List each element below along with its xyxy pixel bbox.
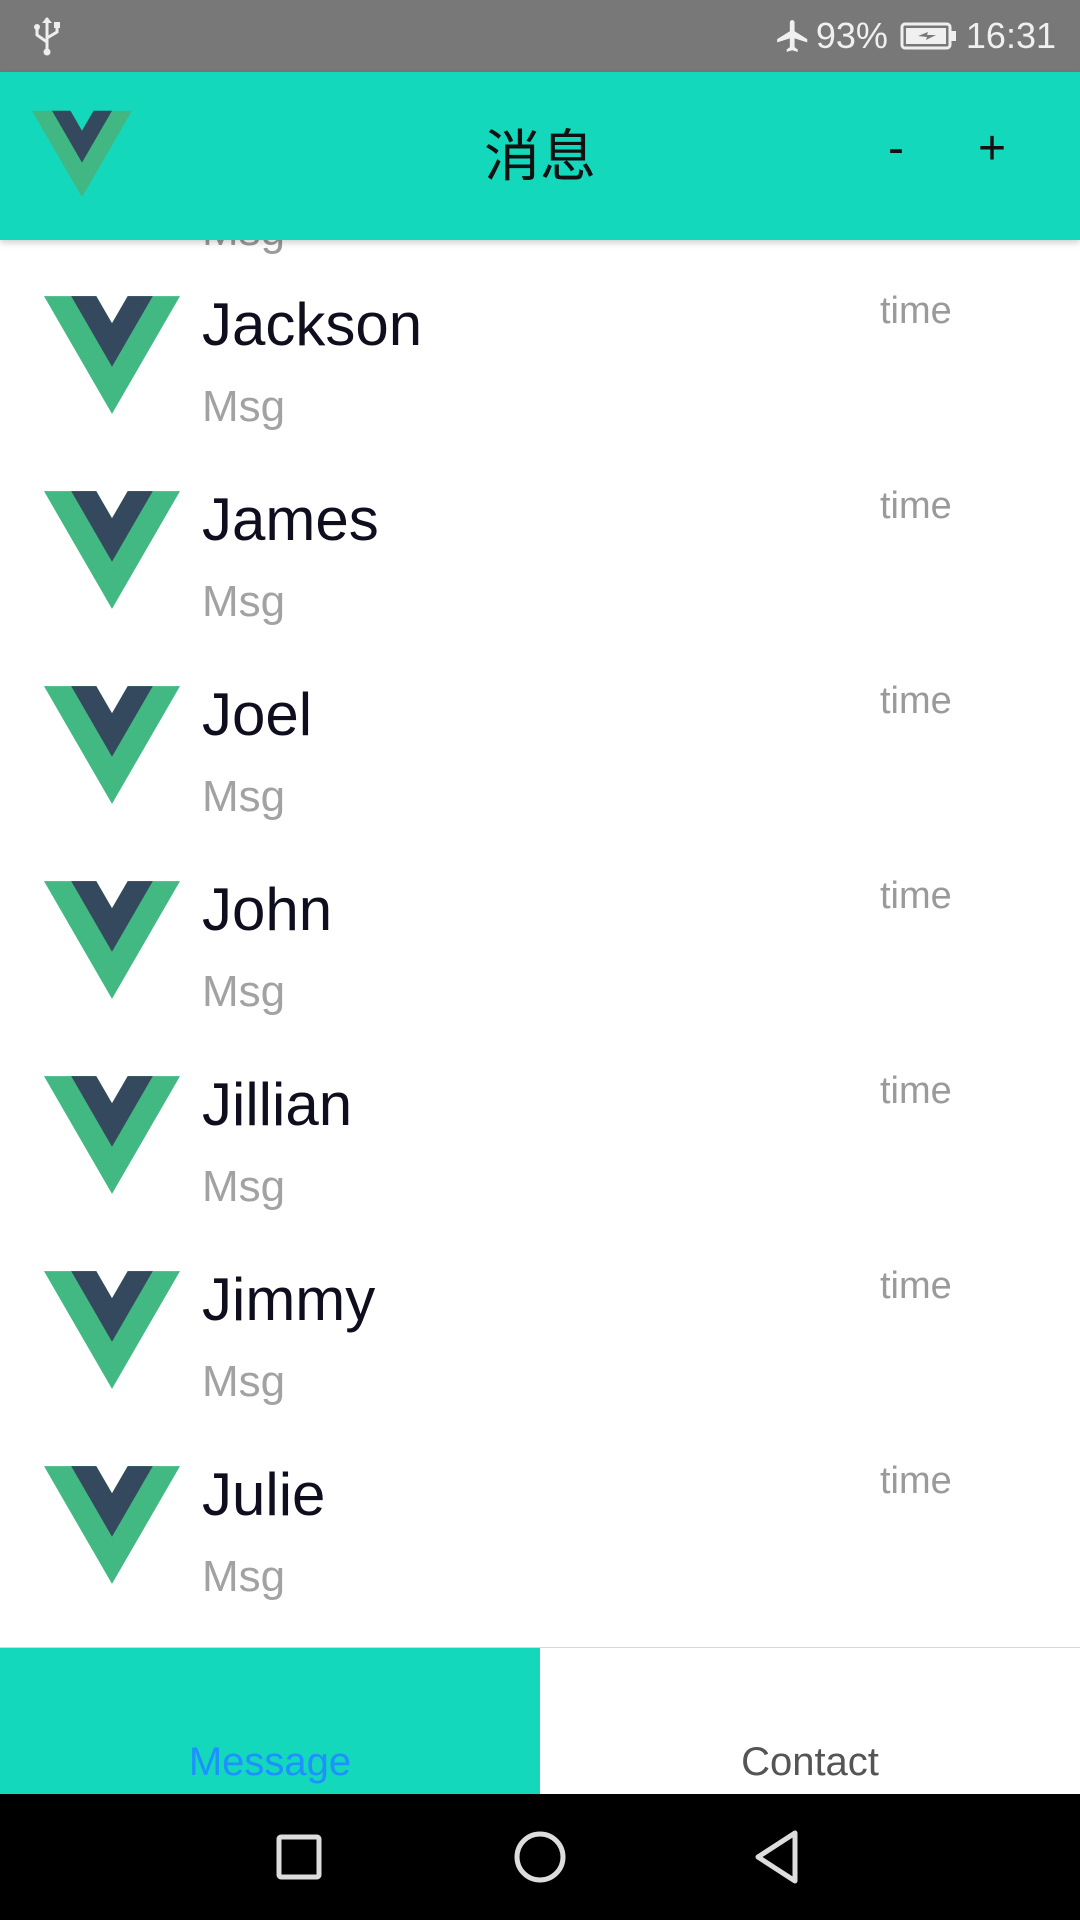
message-preview: Msg bbox=[202, 1162, 286, 1211]
contact-name: John bbox=[202, 876, 333, 943]
message-time: time bbox=[880, 1265, 952, 1307]
tab-message-label: Message bbox=[188, 1740, 352, 1784]
partial-list-item-msg: Msg bbox=[202, 240, 285, 256]
list-item[interactable]: Julie Msg time bbox=[0, 1426, 1080, 1621]
message-time: time bbox=[880, 680, 952, 722]
usb-icon bbox=[34, 17, 60, 56]
avatar-vue-logo-icon bbox=[44, 686, 180, 804]
message-time: time bbox=[880, 875, 952, 917]
vue-logo-icon bbox=[32, 110, 132, 198]
avatar-vue-logo-icon bbox=[44, 881, 180, 999]
back-icon[interactable] bbox=[745, 1822, 815, 1892]
system-nav-bar bbox=[0, 1794, 1080, 1920]
contact-name: James bbox=[202, 486, 379, 553]
message-preview: Msg bbox=[202, 1552, 286, 1601]
clock: 16:31 bbox=[965, 15, 1056, 56]
avatar-vue-logo-icon bbox=[44, 296, 180, 414]
contact-name: Jillian bbox=[202, 1071, 353, 1138]
contact-name: Joel bbox=[202, 681, 313, 748]
message-preview: Msg bbox=[202, 382, 286, 431]
app-header: 消息 - + bbox=[0, 72, 1080, 240]
message-time: time bbox=[880, 290, 952, 332]
avatar-vue-logo-icon bbox=[44, 1076, 180, 1194]
list-item[interactable]: Joel Msg time bbox=[0, 646, 1080, 841]
message-preview: Msg bbox=[202, 967, 286, 1016]
avatar-vue-logo-icon bbox=[44, 1271, 180, 1389]
tab-contact[interactable]: Contact bbox=[540, 1648, 1080, 1795]
list-item[interactable]: James Msg time bbox=[0, 451, 1080, 646]
list-item[interactable]: John Msg time bbox=[0, 841, 1080, 1036]
message-time: time bbox=[880, 485, 952, 527]
message-preview: Msg bbox=[202, 772, 286, 821]
plus-button[interactable]: + bbox=[962, 112, 1022, 184]
message-list[interactable]: Msg Jackson Msg time James Msg time Joel Msg tim… bbox=[0, 240, 1080, 1648]
message-preview: Msg bbox=[202, 1357, 286, 1406]
message-preview: Msg bbox=[202, 577, 286, 626]
minus-button[interactable]: - bbox=[866, 112, 926, 184]
list-item[interactable]: Jillian Msg time bbox=[0, 1036, 1080, 1231]
recent-apps-icon[interactable] bbox=[264, 1822, 334, 1892]
tab-message[interactable]: Message bbox=[0, 1648, 540, 1795]
battery-percent: 93% bbox=[815, 15, 888, 56]
list-item[interactable]: Jackson Msg time bbox=[0, 256, 1080, 451]
contact-name: Jackson bbox=[202, 291, 423, 358]
battery-charging-icon bbox=[900, 22, 956, 50]
home-icon[interactable] bbox=[505, 1822, 575, 1892]
message-time: time bbox=[880, 1460, 952, 1502]
message-time: time bbox=[880, 1070, 952, 1112]
avatar-vue-logo-icon bbox=[44, 1466, 180, 1584]
contact-name: Julie bbox=[202, 1461, 326, 1528]
list-item[interactable]: Jimmy Msg time bbox=[0, 1231, 1080, 1426]
status-bar: 93% 16:31 bbox=[0, 0, 1080, 72]
tab-bar: Message Contact bbox=[0, 1647, 1080, 1795]
avatar-vue-logo-icon bbox=[44, 491, 180, 609]
airplane-mode-icon bbox=[777, 20, 808, 52]
list-items: Jackson Msg time James Msg time Joel Msg time Joh… bbox=[0, 256, 1080, 1621]
tab-contact-label: Contact bbox=[741, 1740, 879, 1784]
contact-name: Jimmy bbox=[202, 1266, 376, 1333]
